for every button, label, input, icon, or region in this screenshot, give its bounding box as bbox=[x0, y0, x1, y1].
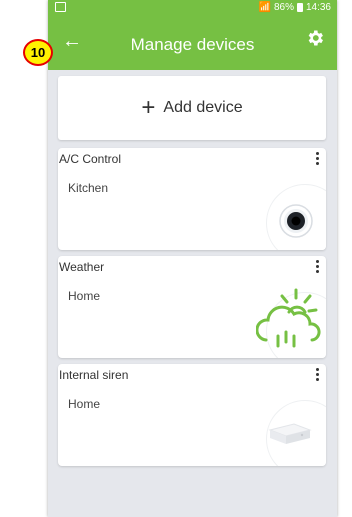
device-name: Weather bbox=[59, 260, 105, 274]
clock: 14:36 bbox=[305, 2, 331, 13]
status-bar: 📶 86% 14:36 bbox=[48, 0, 337, 16]
weather-icon bbox=[256, 288, 321, 348]
ac-control-icon bbox=[279, 204, 313, 238]
more-options-icon[interactable] bbox=[312, 260, 322, 276]
more-options-icon[interactable] bbox=[312, 152, 322, 168]
siren-icon bbox=[268, 423, 312, 444]
device-location: Home bbox=[68, 289, 101, 303]
device-location: Kitchen bbox=[68, 181, 109, 195]
device-card-internal-siren[interactable]: Internal siren Home bbox=[58, 364, 326, 466]
page-title: Manage devices bbox=[130, 35, 255, 54]
plus-icon: + bbox=[141, 94, 156, 121]
gallery-notification-icon bbox=[55, 2, 66, 12]
more-options-icon[interactable] bbox=[312, 368, 322, 384]
app-screen: 📶 86% 14:36 ← Manage devices + Add devic… bbox=[48, 0, 337, 517]
step-badge: 10 bbox=[23, 39, 53, 66]
battery-icon bbox=[296, 3, 303, 12]
device-card-ac-control[interactable]: A/C Control Kitchen bbox=[58, 148, 326, 250]
device-location: Home bbox=[68, 397, 101, 411]
device-name: A/C Control bbox=[59, 152, 122, 166]
app-bar: ← Manage devices bbox=[48, 16, 337, 70]
device-name: Internal siren bbox=[59, 368, 129, 382]
add-device-label: Add device bbox=[163, 99, 243, 116]
device-card-weather[interactable]: Weather Home bbox=[58, 256, 326, 358]
status-right: 📶 86% 14:36 bbox=[259, 2, 332, 13]
add-device-button[interactable]: + Add device bbox=[58, 76, 326, 140]
wifi-signal-icon: 📶 bbox=[258, 2, 271, 13]
battery-percent: 86% bbox=[273, 2, 294, 13]
settings-gear-icon[interactable] bbox=[305, 28, 325, 48]
